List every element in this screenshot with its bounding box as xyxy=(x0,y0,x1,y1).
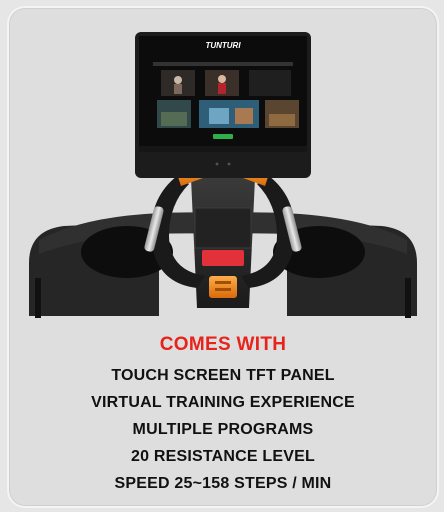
features-section: COMES WITH TOUCH SCREEN TFT PANEL VIRTUA… xyxy=(9,318,437,506)
feature-resistance-level: 20 RESISTANCE LEVEL xyxy=(131,448,315,465)
features-heading: COMES WITH xyxy=(159,334,287,355)
feature-multiple-programs: MULTIPLE PROGRAMS xyxy=(132,421,314,438)
product-card: TUNTURI COMES WITH TOUCH SCREEN TFT PANE… xyxy=(7,6,439,508)
feature-touch-screen: TOUCH SCREEN TFT PANEL xyxy=(111,367,335,384)
screen-start-button xyxy=(213,134,233,139)
feature-virtual-training: VIRTUAL TRAINING EXPERIENCE xyxy=(91,394,355,411)
feature-speed: SPEED 25~158 STEPS / MIN xyxy=(114,475,332,492)
brand-logo: TUNTURI xyxy=(205,41,241,50)
treadmill-image: TUNTURI xyxy=(29,32,417,318)
thumbnail-3 xyxy=(249,70,291,96)
safety-key xyxy=(209,276,237,298)
emergency-stop-button xyxy=(202,250,244,266)
features-list: TOUCH SCREEN TFT PANEL VIRTUAL TRAINING … xyxy=(9,362,437,497)
